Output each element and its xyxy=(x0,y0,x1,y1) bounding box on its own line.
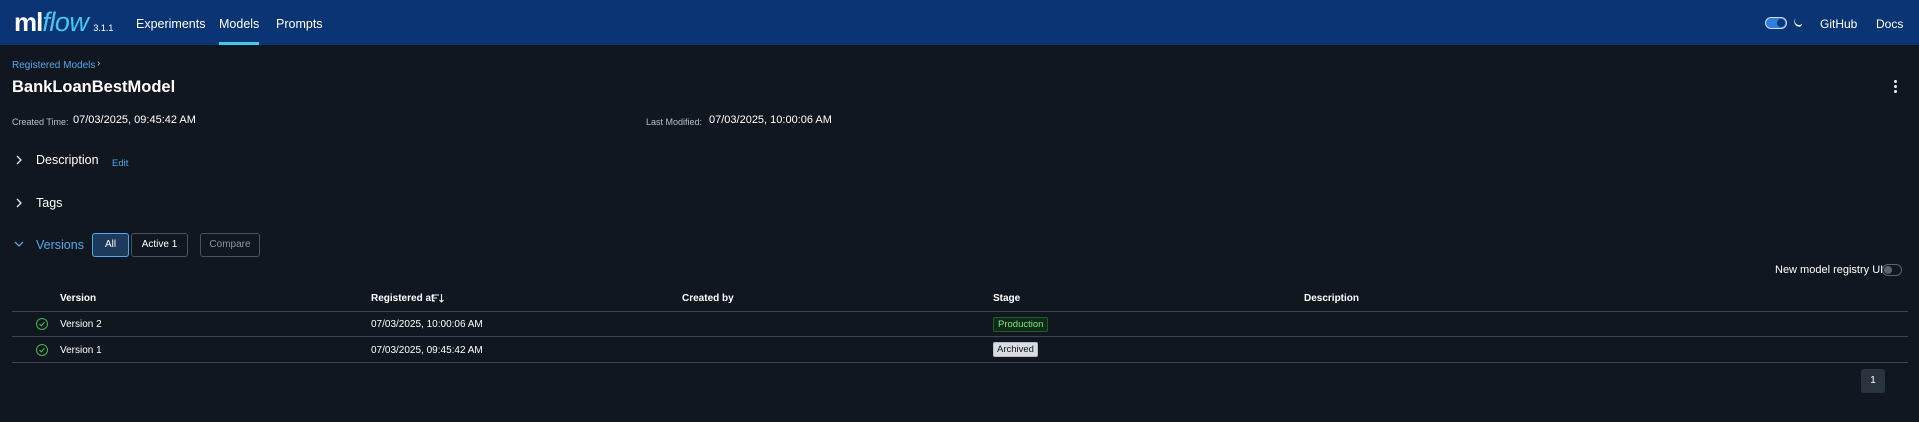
mlflow-logo[interactable]: ml flow 3.1.1 xyxy=(14,6,113,38)
chevron-right-icon xyxy=(16,155,22,165)
moon-icon xyxy=(1794,17,1803,27)
versions-section-title: Versions xyxy=(36,238,84,252)
new-registry-ui-label: New model registry UI xyxy=(1775,264,1884,276)
chevron-right-icon xyxy=(16,198,22,208)
column-header-created-by: Created by xyxy=(682,293,734,304)
description-edit-link[interactable]: Edit xyxy=(112,158,128,169)
app-version: 3.1.1 xyxy=(93,23,114,33)
new-registry-ui-toggle[interactable] xyxy=(1882,264,1902,276)
registered-at-cell: 07/03/2025, 09:45:42 AM xyxy=(371,345,483,356)
column-header-version: Version xyxy=(60,293,97,304)
column-header-description: Description xyxy=(1304,293,1360,304)
stage-badge-production: Production xyxy=(993,317,1049,332)
description-section-title: Description xyxy=(36,153,99,167)
table-header-divider xyxy=(12,311,1908,312)
filter-all-button[interactable]: All xyxy=(92,233,129,257)
nav-prompts[interactable]: Prompts xyxy=(276,0,323,45)
version-link[interactable]: Version 2 xyxy=(60,319,102,330)
breadcrumb-separator-icon: › xyxy=(97,58,101,69)
top-navigation-bar: ml flow 3.1.1 Experiments Models Prompts… xyxy=(0,0,1919,45)
tags-section-title: Tags xyxy=(36,196,63,210)
last-modified-value: 07/03/2025, 10:00:06 AM xyxy=(709,114,832,126)
dark-mode-toggle[interactable] xyxy=(1765,17,1787,29)
status-ready-icon xyxy=(36,318,48,330)
created-time-value: 07/03/2025, 09:45:42 AM xyxy=(73,114,196,126)
chevron-down-icon xyxy=(14,241,24,247)
filter-active-button[interactable]: Active 1 xyxy=(131,233,188,257)
version-link[interactable]: Version 1 xyxy=(60,345,102,356)
breadcrumb-registered-models[interactable]: Registered Models xyxy=(12,60,95,71)
logo-ml-text: ml xyxy=(14,7,43,37)
last-modified-label: Last Modified: xyxy=(646,117,703,127)
docs-link[interactable]: Docs xyxy=(1876,0,1903,45)
compare-button[interactable]: Compare xyxy=(200,233,260,257)
registered-at-cell: 07/03/2025, 10:00:06 AM xyxy=(371,319,483,330)
row-divider xyxy=(12,362,1908,363)
nav-experiments[interactable]: Experiments xyxy=(136,0,205,45)
pagination-page-1[interactable]: 1 xyxy=(1861,369,1885,393)
column-header-stage: Stage xyxy=(993,293,1021,304)
status-ready-icon xyxy=(36,344,48,356)
sort-descending-icon xyxy=(432,294,444,303)
more-options-icon[interactable] xyxy=(1891,79,1899,95)
page-title: BankLoanBestModel xyxy=(12,78,176,96)
column-header-registered-at-label: Registered at xyxy=(371,293,435,304)
created-time-label: Created Time: xyxy=(12,117,69,127)
github-link[interactable]: GitHub xyxy=(1820,0,1857,45)
row-divider xyxy=(12,336,1908,337)
nav-models[interactable]: Models xyxy=(219,0,260,45)
stage-badge-archived: Archived xyxy=(993,342,1038,357)
logo-flow-text: flow xyxy=(42,7,89,37)
